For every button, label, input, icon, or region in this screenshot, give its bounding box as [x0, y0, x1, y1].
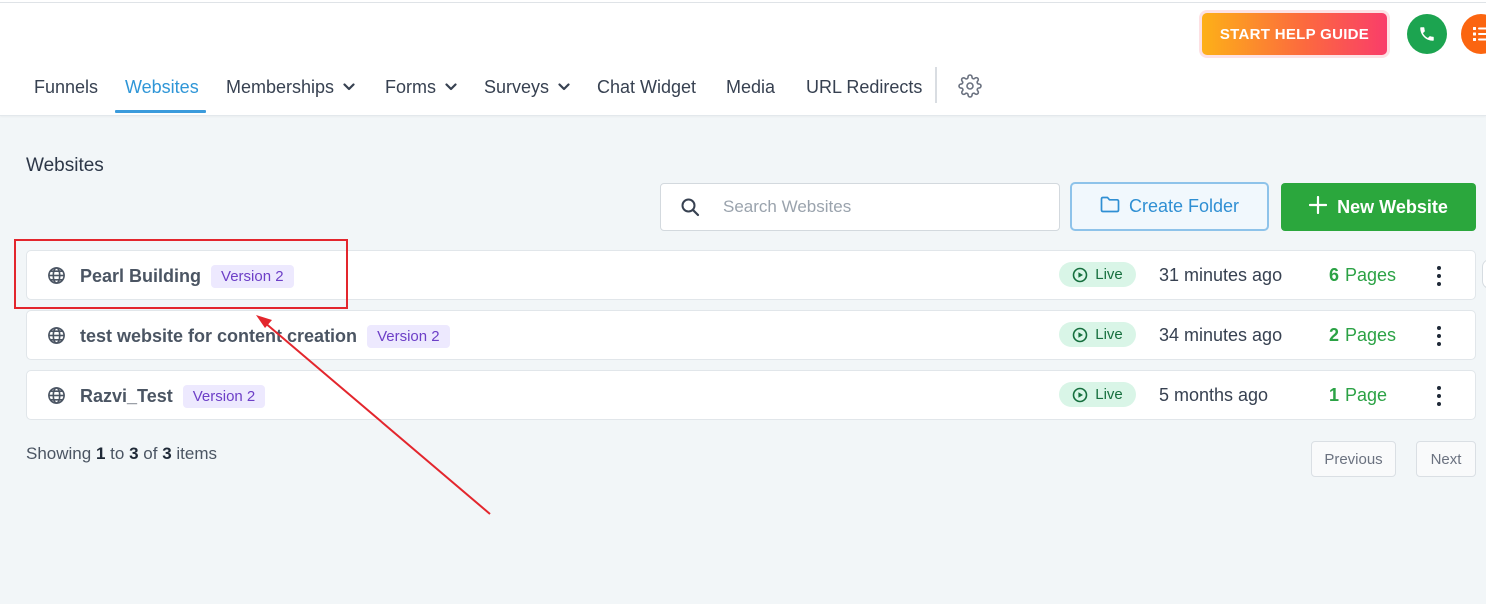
- folder-icon: [1100, 196, 1120, 218]
- status-text: Live: [1095, 326, 1123, 343]
- chevron-down-icon: [558, 83, 570, 91]
- nav-item-forms[interactable]: Forms: [385, 62, 457, 112]
- search-box: [660, 183, 1060, 231]
- page-count[interactable]: 2 Pages: [1329, 325, 1396, 346]
- top-border-line: [0, 2, 1486, 3]
- phone-icon: [1420, 27, 1434, 41]
- page-count-label: Page: [1345, 385, 1388, 405]
- nav-label: Websites: [125, 76, 199, 97]
- phone-button[interactable]: [1407, 14, 1447, 54]
- version-badge: Version 2: [182, 385, 266, 408]
- chevron-down-icon: [445, 83, 457, 91]
- live-status-badge: Live: [1059, 382, 1136, 407]
- page-count-number: 6: [1329, 265, 1340, 285]
- website-name-text: test website for content creation: [80, 326, 358, 346]
- page-count-number: 2: [1329, 325, 1340, 345]
- showing-prefix: Showing: [26, 444, 92, 463]
- list-menu-button[interactable]: [1461, 14, 1486, 54]
- annotation-highlight-box: [14, 239, 348, 309]
- globe-icon: [47, 386, 66, 410]
- settings-button[interactable]: [958, 74, 982, 103]
- website-row[interactable]: test website for content creation Version…: [26, 310, 1476, 360]
- nav-item-url-redirects[interactable]: URL Redirects: [806, 62, 922, 112]
- next-page-button[interactable]: Next: [1416, 441, 1476, 477]
- showing-items-word: items: [176, 444, 218, 463]
- page-title: Websites: [26, 155, 104, 176]
- gear-icon: [958, 74, 982, 98]
- showing-of-word: of: [143, 444, 158, 463]
- previous-page-button[interactable]: Previous: [1311, 441, 1396, 477]
- nav-label: URL Redirects: [806, 76, 923, 97]
- page-count[interactable]: 6 Pages: [1329, 265, 1396, 286]
- updated-time: 31 minutes ago: [1159, 265, 1283, 285]
- page-count-number: 1: [1329, 385, 1340, 405]
- play-circle-icon: [1072, 327, 1088, 342]
- website-name-text: Razvi_Test: [80, 386, 173, 406]
- play-circle-icon: [1072, 267, 1088, 282]
- website-row[interactable]: Razvi_Test Version 2 Live 5 months ago 1P…: [26, 370, 1476, 420]
- start-help-guide-button[interactable]: START HELP GUIDE: [1199, 10, 1390, 58]
- search-icon: [680, 197, 700, 222]
- page-count-label: Pages: [1345, 265, 1397, 285]
- updated-time: 5 months ago: [1159, 385, 1269, 405]
- status-text: Live: [1095, 266, 1123, 283]
- active-tab-underline: [115, 110, 206, 113]
- showing-total: 3: [162, 444, 172, 463]
- more-options-icon[interactable]: [1431, 384, 1447, 408]
- search-input[interactable]: [723, 192, 1043, 222]
- more-options-icon[interactable]: [1431, 324, 1447, 348]
- version-badge: Version 2: [367, 325, 450, 348]
- create-folder-label: Create Folder: [1128, 196, 1240, 216]
- page-count[interactable]: 1 Page: [1329, 385, 1387, 406]
- updated-time: 34 minutes ago: [1159, 325, 1283, 345]
- nav-item-chat-widget[interactable]: Chat Widget: [597, 62, 696, 112]
- nav-divider: [935, 67, 937, 103]
- status-text: Live: [1095, 386, 1123, 403]
- nav-label: Forms: [385, 76, 436, 97]
- website-name[interactable]: test website for content creation Version…: [80, 325, 450, 348]
- play-circle-icon: [1072, 387, 1088, 402]
- globe-icon: [47, 326, 66, 350]
- live-status-badge: Live: [1059, 262, 1136, 287]
- nav-item-media[interactable]: Media: [726, 62, 775, 112]
- showing-to: 3: [129, 444, 139, 463]
- chevron-down-icon: [343, 83, 355, 91]
- nav-label: Chat Widget: [597, 76, 697, 97]
- page-count-label: Pages: [1345, 325, 1397, 345]
- live-status-badge: Live: [1059, 322, 1136, 347]
- website-name[interactable]: Razvi_Test Version 2: [80, 385, 266, 408]
- plus-icon: [1309, 195, 1328, 219]
- row-edge-handle: [1482, 259, 1486, 289]
- nav-label: Media: [726, 76, 776, 97]
- nav-item-memberships[interactable]: Memberships: [226, 62, 355, 112]
- list-icon: [1473, 27, 1486, 41]
- create-folder-button[interactable]: Create Folder: [1070, 182, 1269, 231]
- new-website-button[interactable]: New Website: [1281, 183, 1476, 231]
- more-options-icon[interactable]: [1431, 264, 1447, 288]
- top-bar: START HELP GUIDE Funnels Websites Member…: [0, 0, 1486, 116]
- nav-label: Surveys: [484, 76, 550, 97]
- nav-item-websites[interactable]: Websites: [125, 62, 199, 112]
- nav-label: Memberships: [226, 76, 335, 97]
- pagination-summary: Showing 1 to 3 of 3 items: [26, 444, 217, 464]
- nav-item-funnels[interactable]: Funnels: [34, 62, 98, 112]
- nav-label: Funnels: [34, 76, 99, 97]
- showing-to-word: to: [110, 444, 125, 463]
- new-website-label: New Website: [1337, 196, 1448, 217]
- nav-item-surveys[interactable]: Surveys: [484, 62, 570, 112]
- showing-from: 1: [95, 444, 106, 463]
